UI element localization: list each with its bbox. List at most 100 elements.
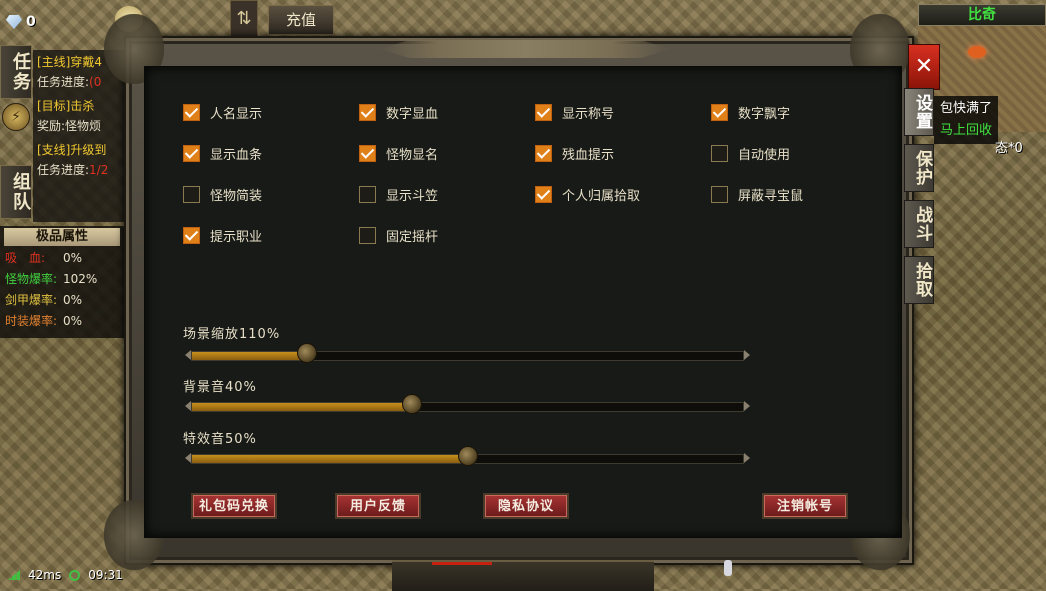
attribute-panel: 极品属性 吸 血: 0% 怪物爆率: 102% 剑甲爆率: 0% 时装爆率: 0% [0,226,124,338]
checkbox-checked-icon[interactable] [183,145,200,162]
option-item[interactable]: 固定摇杆 [359,226,535,245]
slider-track[interactable] [191,351,744,361]
quest-progress-side: 任务进度:1/2 [37,163,109,177]
slider-right-cap [744,401,750,411]
option-item[interactable]: 数字显血 [359,103,535,122]
option-item[interactable]: 数字飘字 [711,103,823,122]
option-label: 怪物显名 [386,148,439,163]
gift-code-button[interactable]: 礼包码兑换 [191,493,277,519]
cancel-account-button[interactable]: 注销帐号 [762,493,848,519]
checkbox-checked-icon[interactable] [711,104,728,121]
tab-protection[interactable]: 保护 [904,144,934,192]
checkbox-checked-icon[interactable] [535,104,552,121]
clock-icon [69,569,81,581]
scene-zoom-slider[interactable] [185,343,750,363]
option-item[interactable]: 提示职业 [183,226,359,245]
bgm-label: 背景音40% [183,380,257,395]
slider-fill [192,455,468,463]
slider-fill [192,352,308,360]
bgm-volume-slider[interactable] [185,394,750,414]
option-label: 人名显示 [210,107,263,122]
status-bar: 42ms 09:31 [8,568,123,582]
option-label: 数字飘字 [738,107,791,122]
slider-right-cap [744,453,750,463]
checkbox-checked-icon[interactable] [183,227,200,244]
character-figure [724,560,732,576]
dialog-top-ornament [380,40,670,58]
task-tab[interactable]: 任务 [0,45,32,99]
option-item[interactable]: 显示称号 [535,103,711,122]
tab-pickup[interactable]: 拾取 [904,256,934,304]
toggle-icon[interactable]: ⚡ [2,103,30,131]
tab-combat[interactable]: 战斗 [904,200,934,248]
checkbox-unchecked-icon[interactable] [359,186,376,203]
quest-reward-target: 奖励:怪物烦 [37,119,102,133]
attr-row-lifesteal: 吸 血: 0% [5,251,83,265]
slider-track[interactable] [191,402,744,412]
gem-counter: 0 [0,6,66,38]
option-label: 残血提示 [562,148,615,163]
option-item[interactable]: 怪物显名 [359,144,535,163]
feedback-button[interactable]: 用户反馈 [335,493,421,519]
tab-settings[interactable]: 设置 [904,88,934,136]
attr-row-gear-drop: 剑甲爆率: 0% [5,293,83,307]
slider-fill [192,403,413,411]
slider-knob[interactable] [297,343,318,363]
checkbox-checked-icon[interactable] [359,145,376,162]
option-item[interactable]: 残血提示 [535,144,711,163]
option-label: 显示血条 [210,148,263,163]
checkbox-checked-icon[interactable] [535,145,552,162]
settings-tab-list: 设置 保护 战斗 拾取 [904,88,934,312]
quest-item-side[interactable]: [支线]升级到 [37,140,133,160]
slider-right-cap [744,350,750,360]
swap-icon[interactable]: ⇅ [230,0,258,38]
close-button[interactable]: ✕ [908,44,940,90]
option-item[interactable]: 自动使用 [711,144,823,163]
option-item[interactable]: 屏蔽寻宝鼠 [711,185,823,204]
settings-options-grid: 人名显示 数字显血 显示称号 数字飘字显示血条 怪物显名 残血提示 自动使用怪物简装 显示斗笠… [183,103,823,245]
option-label: 数字显血 [386,107,439,122]
option-label: 个人归属拾取 [562,189,641,204]
attr-row-fashion-drop: 时装爆率: 0% [5,314,83,328]
bottom-hud-strip [392,560,654,591]
checkbox-checked-icon[interactable] [183,104,200,121]
option-label: 显示斗笠 [386,189,439,204]
sfx-volume-slider[interactable] [185,446,750,466]
quest-item-target[interactable]: [目标]击杀 [37,96,133,116]
option-item[interactable]: 显示斗笠 [359,185,535,204]
ping-value: 42ms [28,568,62,582]
option-item[interactable]: 人名显示 [183,103,359,122]
team-tab[interactable]: 组队 [0,165,32,219]
option-label: 显示称号 [562,107,615,122]
attr-row-monster-drop: 怪物爆率: 102% [5,272,98,286]
checkbox-checked-icon[interactable] [535,186,552,203]
privacy-button[interactable]: 隐私协议 [483,493,569,519]
checkbox-checked-icon[interactable] [359,104,376,121]
option-item[interactable]: 显示血条 [183,144,359,163]
signal-icon [8,570,20,580]
recharge-button[interactable]: 充值 [268,5,334,35]
clock-time: 09:31 [88,568,123,582]
attribute-panel-title: 极品属性 [4,228,120,246]
diamond-icon [6,15,22,29]
bag-full-text: 包快满了 [940,101,993,116]
scene-zoom-label: 场景缩放110% [183,327,281,342]
option-label: 怪物简装 [210,189,263,204]
option-label: 屏蔽寻宝鼠 [738,189,804,204]
slider-knob[interactable] [457,446,478,466]
gem-count: 0 [26,14,36,30]
sfx-label: 特效音50% [183,432,257,447]
checkbox-unchecked-icon[interactable] [183,186,200,203]
recycle-link[interactable]: 马上回收 [940,120,992,142]
checkbox-unchecked-icon[interactable] [711,186,728,203]
checkbox-unchecked-icon[interactable] [359,227,376,244]
option-label: 自动使用 [738,148,791,163]
bag-full-notice[interactable]: 包快满了 马上回收 [934,96,999,144]
option-item[interactable]: 怪物简装 [183,185,359,204]
option-label: 固定摇杆 [386,230,439,245]
hp-strip [432,562,492,565]
map-name: 比奇 [918,4,1046,26]
checkbox-unchecked-icon[interactable] [711,145,728,162]
option-item[interactable]: 个人归属拾取 [535,185,711,204]
state-counter: 态*0 [995,141,1023,156]
